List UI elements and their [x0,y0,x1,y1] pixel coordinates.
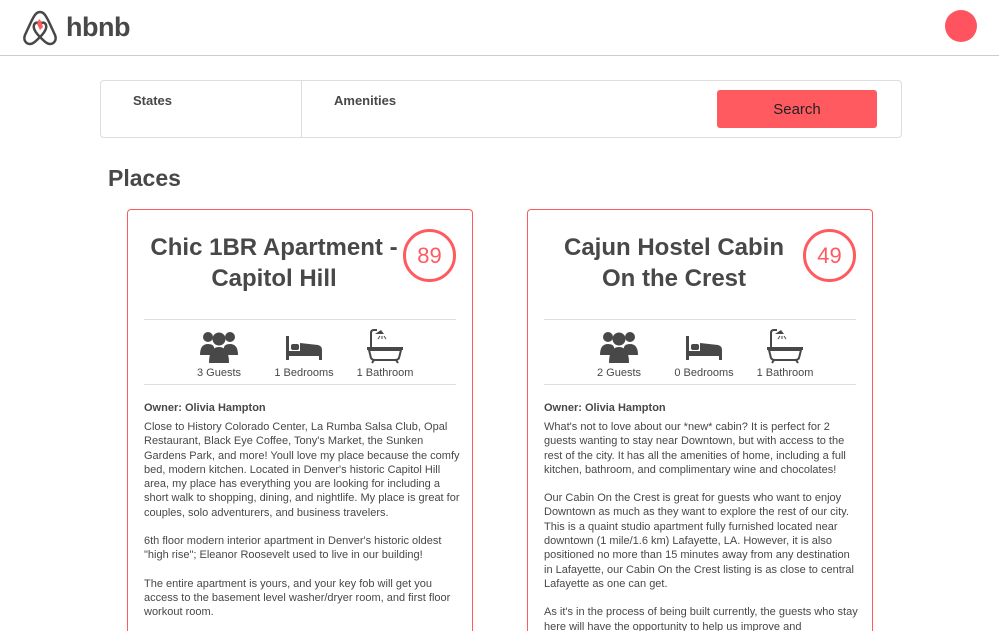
place-title: Cajun Hostel Cabin On the Crest [542,232,806,294]
place-card: Cajun Hostel Cabin On the Crest 49 2 Gue… [527,209,873,631]
place-info: 2 Guests 0 Bedrooms 1 Bathroom [544,319,856,385]
description-paragraph: The entire apartment is yours, and your … [144,577,451,619]
search-button[interactable]: Search [717,90,877,128]
amenities-filter[interactable]: Amenities [302,81,702,137]
owner-name: Owner: Olivia Hampton [544,402,666,414]
place-info: 3 Guests 1 Bedrooms 1 Bathroom [144,319,456,385]
place-title-line: Chic 1BR Apartment - [150,234,398,261]
place-title-line: Cajun Hostel Cabin [563,234,785,261]
place-title-line: Capitol Hill [211,265,337,292]
place-description: Close to History Colorado Center, La Rum… [144,420,460,631]
place-title-line: On the Crest [601,265,747,292]
status-indicator [945,10,977,42]
place-card: Chic 1BR Apartment - Capitol Hill 89 3 G… [127,209,473,631]
bedrooms-label: 1 Bedrooms [274,367,334,379]
owner-name: Owner: Olivia Hampton [144,402,266,414]
bathtub-icon [767,329,803,364]
airbnb-logo-icon[interactable] [20,8,60,48]
guests-icon [600,332,638,363]
amenities-label: Amenities [334,93,397,108]
bathrooms-label: 1 Bathroom [756,367,814,379]
filters-bar: States Amenities Search [100,80,902,138]
bathtub-icon [367,329,403,364]
description-paragraph: What's not to love about our *new* cabin… [544,421,846,476]
states-label: States [133,93,173,108]
header: hbnb [0,0,999,56]
bedrooms-info: 1 Bedrooms [259,328,349,379]
bedrooms-info: 0 Bedrooms [659,328,749,379]
price-badge: 49 [803,229,856,282]
guests-info: 3 Guests [174,328,264,379]
price-badge: 89 [403,229,456,282]
place-description: What's not to love about our *new* cabin… [544,420,860,631]
bedrooms-label: 0 Bedrooms [674,367,734,379]
description-paragraph: Close to History Colorado Center, La Rum… [144,421,460,519]
bathrooms-info: 1 Bathroom [340,328,430,379]
brand-name[interactable]: hbnb [66,12,130,43]
bed-icon [286,336,322,360]
place-title: Chic 1BR Apartment - Capitol Hill [142,232,406,294]
description-paragraph: 6th floor modern interior apartment in D… [144,535,442,562]
description-paragraph: As it's in the process of being built cu… [544,606,858,631]
guests-info: 2 Guests [574,328,664,379]
bathrooms-info: 1 Bathroom [740,328,830,379]
bathrooms-label: 1 Bathroom [356,367,414,379]
bed-icon [686,336,722,360]
places-title: Places [108,165,181,191]
states-filter[interactable]: States [101,81,302,137]
guests-label: 3 Guests [196,367,242,379]
guests-icon [200,332,238,363]
guests-label: 2 Guests [596,367,642,379]
description-paragraph: Our Cabin On the Crest is great for gues… [544,492,854,590]
